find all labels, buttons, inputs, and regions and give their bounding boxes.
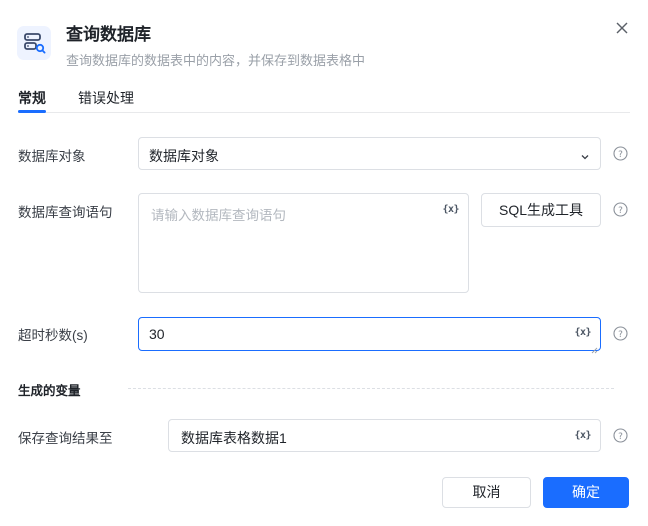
resize-grip-icon[interactable]: [591, 341, 598, 354]
dialog-subtitle: 查询数据库的数据表中的内容，并保存到数据表格中: [66, 53, 366, 68]
query-label: 数据库查询语句: [18, 205, 113, 220]
timeout-label: 超时秒数(s): [18, 328, 88, 343]
save-result-label: 保存查询结果至: [18, 431, 113, 446]
db-object-help-icon[interactable]: ?: [613, 146, 628, 161]
tab-error-handling[interactable]: 错误处理: [78, 88, 134, 108]
timeout-value: 30: [149, 326, 165, 342]
active-tab-indicator: [18, 110, 46, 113]
query-placeholder: 请输入数据库查询语句: [151, 208, 286, 223]
query-textarea[interactable]: 请输入数据库查询语句 {x}: [138, 193, 469, 293]
save-result-value: 数据库表格数据1: [181, 430, 287, 446]
save-result-help-icon[interactable]: ?: [613, 428, 628, 443]
sql-generator-button[interactable]: SQL生成工具: [481, 193, 601, 227]
db-object-value: 数据库对象: [149, 148, 219, 164]
cancel-button[interactable]: 取消: [442, 477, 531, 508]
confirm-button[interactable]: 确定: [543, 477, 629, 508]
query-database-dialog: 查询数据库 查询数据库的数据表中的内容，并保存到数据表格中 常规 错误处理 数据…: [0, 0, 648, 526]
query-help-icon[interactable]: ?: [613, 202, 628, 217]
dialog-title: 查询数据库: [66, 25, 151, 44]
variable-insert-icon[interactable]: {x}: [442, 204, 459, 215]
svg-text:?: ?: [618, 150, 623, 160]
section-divider: [128, 388, 614, 389]
timeout-input[interactable]: 30 {x}: [138, 317, 601, 354]
chevron-down-icon: [580, 149, 590, 160]
save-result-input[interactable]: 数据库表格数据1 {x}: [168, 419, 601, 452]
generated-variables-heading: 生成的变量: [18, 384, 81, 398]
db-object-select[interactable]: 数据库对象: [138, 137, 601, 170]
tab-bar: 常规 错误处理: [18, 84, 630, 113]
variable-insert-icon[interactable]: {x}: [574, 430, 591, 441]
timeout-help-icon[interactable]: ?: [613, 326, 628, 341]
tab-general[interactable]: 常规: [18, 88, 46, 108]
close-icon[interactable]: [612, 18, 632, 38]
svg-text:?: ?: [618, 432, 623, 442]
svg-text:?: ?: [618, 330, 623, 340]
svg-text:?: ?: [618, 206, 623, 216]
database-query-icon: [17, 26, 51, 60]
variable-insert-icon[interactable]: {x}: [574, 327, 591, 338]
db-object-label: 数据库对象: [18, 149, 86, 164]
